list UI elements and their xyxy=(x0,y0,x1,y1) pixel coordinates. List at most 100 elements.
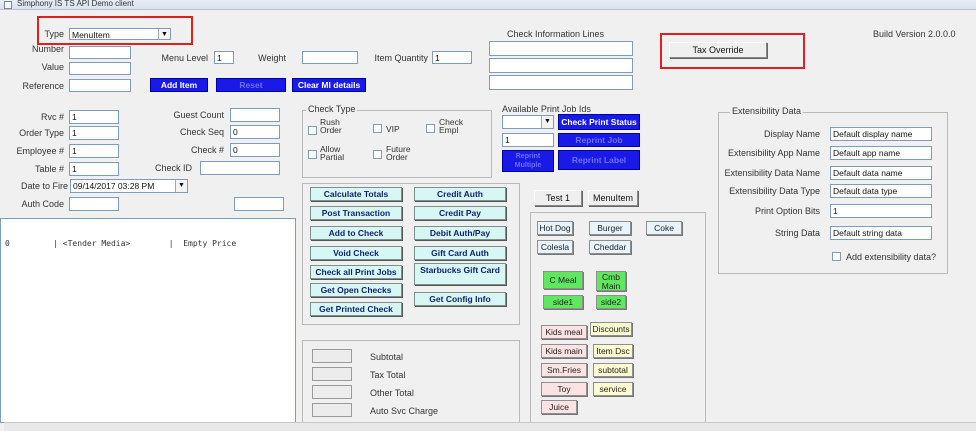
product-kids-main[interactable]: Kids main xyxy=(541,344,587,358)
calculate-totals-button[interactable]: Calculate Totals xyxy=(310,187,402,201)
string-data-input[interactable]: Default string data xyxy=(830,226,932,240)
product-cmb-main[interactable]: Cmb Main xyxy=(596,271,626,291)
reference-label: Reference xyxy=(22,81,64,91)
print-job-select[interactable]: ▼ xyxy=(502,115,554,129)
list-item[interactable]: 0 | <Tender Media> | Empty Price xyxy=(5,239,291,248)
get-open-checks-button[interactable]: Get Open Checks xyxy=(310,283,402,297)
number-input[interactable] xyxy=(69,46,131,59)
menu-level-input[interactable]: 1 xyxy=(214,51,234,64)
chevron-down-icon[interactable]: ▼ xyxy=(175,180,187,192)
product-sm-fries[interactable]: Sm.Fries xyxy=(541,363,587,377)
auth-code-input[interactable] xyxy=(69,197,119,211)
tax-total-label: Tax Total xyxy=(370,370,406,380)
future-order-label: Future Order xyxy=(386,144,411,162)
string-data-label: String Data xyxy=(774,228,820,238)
chevron-down-icon[interactable]: ▼ xyxy=(541,116,553,128)
tab-menuitem[interactable]: MenuItem xyxy=(588,190,638,206)
get-printed-check-button[interactable]: Get Printed Check xyxy=(310,302,402,316)
print-job-id-input[interactable]: 1 xyxy=(502,133,554,147)
add-to-check-button[interactable]: Add to Check xyxy=(310,226,402,240)
vip-checkbox[interactable] xyxy=(373,124,382,133)
check-id-label: Check ID xyxy=(154,163,192,173)
guest-count-input[interactable] xyxy=(230,108,280,122)
check-info-line-1[interactable] xyxy=(489,41,633,56)
get-config-info-button[interactable]: Get Config Info xyxy=(414,292,506,306)
product-coke[interactable]: Coke xyxy=(646,221,682,235)
product-burger[interactable]: Burger xyxy=(589,221,631,235)
reference-input[interactable] xyxy=(69,79,131,92)
tab-test1[interactable]: Test 1 xyxy=(534,190,582,206)
ext-data-type-input[interactable]: Default data type xyxy=(830,184,932,198)
check-info-line-3[interactable] xyxy=(489,75,633,90)
product-service[interactable]: service xyxy=(593,382,633,396)
check-all-print-jobs-button[interactable]: Check all Print Jobs xyxy=(310,265,402,279)
rush-order-checkbox[interactable] xyxy=(308,126,317,135)
credit-auth-button[interactable]: Credit Auth xyxy=(414,187,506,201)
debit-auth-pay-button[interactable]: Debit Auth/Pay xyxy=(414,226,506,240)
ext-data-type-label: Extensibility Data Type xyxy=(729,186,820,196)
menu-level-label: Menu Level xyxy=(161,53,208,63)
check-detail-list[interactable]: 0 | <Tender Media> | Empty Price xyxy=(0,218,296,423)
product-subtotal[interactable]: subtotal xyxy=(593,363,633,377)
clear-mi-details-button[interactable]: Clear MI details xyxy=(292,78,366,92)
product-coleslaw[interactable]: Colesla xyxy=(537,240,573,254)
add-ext-data-checkbox[interactable] xyxy=(832,252,841,261)
product-kids-meal[interactable]: Kids meal xyxy=(541,325,587,339)
credit-pay-button[interactable]: Credit Pay xyxy=(414,206,506,220)
future-order-checkbox[interactable] xyxy=(373,150,382,159)
product-cheddar[interactable]: Cheddar xyxy=(589,240,631,254)
employee-input[interactable]: 1 xyxy=(69,144,119,158)
add-item-button[interactable]: Add Item xyxy=(150,78,208,92)
reset-label: Reset xyxy=(239,80,263,90)
product-side1[interactable]: side1 xyxy=(543,295,583,309)
void-check-button[interactable]: Void Check xyxy=(310,246,402,260)
check-empl-checkbox[interactable] xyxy=(426,124,435,133)
ext-data-name-input[interactable]: Default data name xyxy=(830,166,932,180)
rvc-input[interactable]: 1 xyxy=(69,110,119,124)
display-name-label: Display Name xyxy=(763,129,820,139)
product-side2[interactable]: side2 xyxy=(596,295,626,309)
value-label: Value xyxy=(41,62,64,72)
date-to-fire-picker[interactable]: 09/14/2017 03:28 PM ▼ xyxy=(70,179,188,193)
check-number-input[interactable]: 0 xyxy=(230,143,280,157)
allow-partial-checkbox[interactable] xyxy=(308,150,317,159)
reprint-multiple-label: Reprint Multiple xyxy=(514,153,542,169)
item-quantity-input[interactable]: 1 xyxy=(432,51,472,64)
reprint-label-button[interactable]: Reprint Label xyxy=(558,150,640,170)
product-c-meal[interactable]: C Meal xyxy=(543,271,583,289)
check-info-line-2[interactable] xyxy=(489,58,633,73)
check-seq-label: Check Seq xyxy=(179,127,224,137)
check-print-status-button[interactable]: Check Print Status xyxy=(558,114,640,130)
reprint-multiple-button[interactable]: Reprint Multiple xyxy=(502,150,554,172)
order-type-label: Order Type xyxy=(19,128,64,138)
gift-card-auth-button[interactable]: Gift Card Auth xyxy=(414,246,506,260)
post-transaction-button[interactable]: Post Transaction xyxy=(310,206,402,220)
check-seq-input[interactable]: 0 xyxy=(230,125,280,139)
check-id-input[interactable] xyxy=(200,161,280,175)
table-input[interactable]: 1 xyxy=(69,162,119,176)
product-item-disc[interactable]: Item Dsc xyxy=(593,344,633,358)
auth-code-label: Auth Code xyxy=(21,199,64,209)
number-label: Number xyxy=(31,44,64,54)
auto-svc-charge-value xyxy=(312,403,352,417)
product-toy[interactable]: Toy xyxy=(541,382,587,396)
ext-app-name-input[interactable]: Default app name xyxy=(830,146,932,160)
value-input[interactable] xyxy=(69,62,131,75)
item-quantity-label: Item Quantity xyxy=(374,53,428,63)
reprint-label-label: Reprint Label xyxy=(571,155,627,165)
reprint-job-button[interactable]: Reprint Job xyxy=(558,133,640,147)
starbucks-gift-card-button[interactable]: Starbucks Gift Card xyxy=(414,263,506,285)
extensibility-title: Extensibility Data xyxy=(730,106,804,116)
print-option-bits-input[interactable]: 1 xyxy=(830,204,932,218)
horizontal-scrollbar[interactable] xyxy=(4,422,976,431)
product-hot-dog[interactable]: Hot Dog xyxy=(537,221,573,235)
auth-code-extra-input[interactable] xyxy=(234,197,284,211)
product-discounts[interactable]: Discounts xyxy=(590,322,632,336)
weight-input[interactable] xyxy=(302,51,358,64)
display-name-input[interactable]: Default display name xyxy=(830,127,932,141)
subtotal-value xyxy=(312,349,352,363)
product-juice[interactable]: Juice xyxy=(541,400,577,414)
order-type-input[interactable]: 1 xyxy=(69,126,119,140)
reset-button[interactable]: Reset xyxy=(216,78,286,92)
add-ext-data-label: Add extensibility data? xyxy=(846,252,937,262)
